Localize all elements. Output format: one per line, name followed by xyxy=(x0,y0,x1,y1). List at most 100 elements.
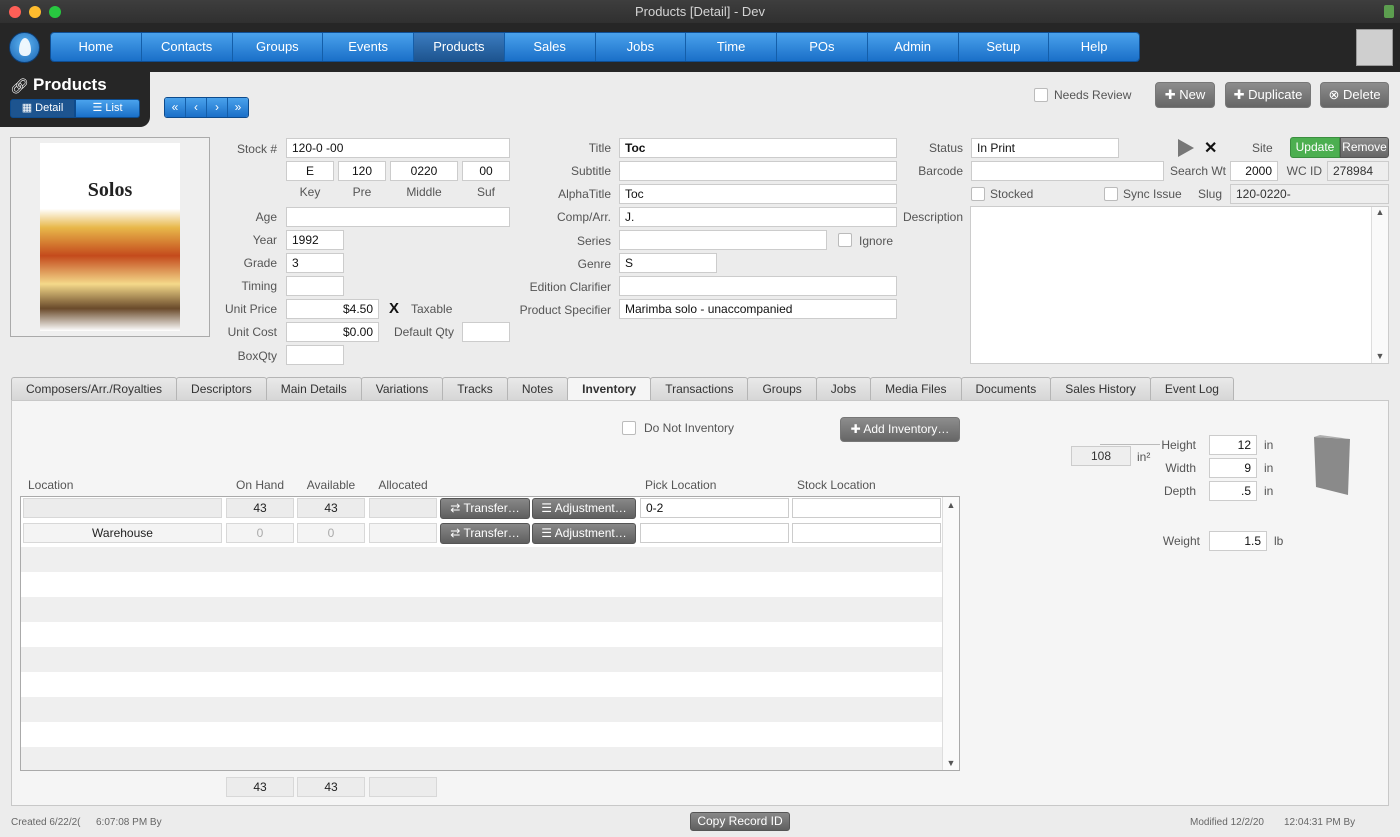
ignore-checkbox[interactable] xyxy=(838,233,852,247)
first-record-icon[interactable]: « xyxy=(165,98,186,117)
pick-location-field[interactable]: 0-2 xyxy=(640,498,789,518)
modified-date: Modified 12/2/20 xyxy=(1190,817,1264,828)
year-field[interactable]: 1992 xyxy=(286,230,344,250)
pick-location-field[interactable] xyxy=(640,523,789,543)
title-field[interactable]: Toc xyxy=(619,138,897,158)
grade-field[interactable]: 3 xyxy=(286,253,344,273)
scroll-up-icon[interactable]: ▲ xyxy=(943,500,959,510)
sync-issue-checkbox[interactable] xyxy=(1104,187,1118,201)
transfer-button[interactable]: ⇄ Transfer… xyxy=(440,498,530,519)
clear-x-icon[interactable]: ✕ xyxy=(1204,138,1217,158)
transfer-button[interactable]: ⇄ Transfer… xyxy=(440,523,530,544)
nav-pos[interactable]: POs xyxy=(777,33,868,61)
tab-groups[interactable]: Groups xyxy=(747,377,817,400)
scroll-down-icon[interactable]: ▼ xyxy=(943,758,959,768)
tab-notes[interactable]: Notes xyxy=(506,377,569,400)
alphatitle-field[interactable]: Toc xyxy=(619,184,897,204)
nav-products[interactable]: Products xyxy=(414,33,505,61)
new-button[interactable]: ✚ New xyxy=(1155,82,1215,108)
nav-contacts[interactable]: Contacts xyxy=(141,33,233,61)
adjustment-button[interactable]: ☰ Adjustment… xyxy=(532,523,636,544)
nav-groups[interactable]: Groups xyxy=(232,33,324,61)
scroll-up-icon[interactable]: ▲ xyxy=(1372,207,1388,217)
tab-main-details[interactable]: Main Details xyxy=(265,377,362,400)
unit-cost-field[interactable]: $0.00 xyxy=(286,322,379,342)
last-record-icon[interactable]: » xyxy=(228,98,248,117)
timing-label: Timing xyxy=(241,279,277,293)
description-textarea[interactable]: ▲ ▼ xyxy=(970,206,1389,364)
tab-transactions[interactable]: Transactions xyxy=(650,377,749,400)
avatar[interactable] xyxy=(1356,29,1393,66)
do-not-inventory-checkbox[interactable] xyxy=(622,421,636,435)
scroll-down-icon[interactable]: ▼ xyxy=(1372,351,1388,361)
table-row-location[interactable] xyxy=(23,498,222,518)
copy-record-id-button[interactable]: Copy Record ID xyxy=(690,812,790,831)
nav-help[interactable]: Help xyxy=(1049,33,1139,61)
tab-variations[interactable]: Variations xyxy=(360,377,444,400)
nav-jobs[interactable]: Jobs xyxy=(595,33,687,61)
minimize-window-button[interactable] xyxy=(29,6,41,18)
nav-events[interactable]: Events xyxy=(323,33,414,61)
boxqty-field[interactable] xyxy=(286,345,344,365)
tab-composers[interactable]: Composers/Arr./Royalties xyxy=(11,377,178,400)
tab-event-log[interactable]: Event Log xyxy=(1149,377,1234,400)
height-field[interactable]: 12 xyxy=(1209,435,1257,455)
tab-tracks[interactable]: Tracks xyxy=(442,377,508,400)
age-field[interactable] xyxy=(286,207,510,227)
product-specifier-field[interactable]: Marimba solo - unaccompanied xyxy=(619,299,897,319)
tab-documents[interactable]: Documents xyxy=(960,377,1052,400)
tab-descriptors[interactable]: Descriptors xyxy=(176,377,267,400)
key-field[interactable]: E xyxy=(286,161,334,181)
stock-location-field[interactable] xyxy=(792,523,941,543)
search-wt-field[interactable]: 2000 xyxy=(1230,161,1278,181)
site-update-button[interactable]: Update xyxy=(1290,137,1340,158)
adjustment-button[interactable]: ☰ Adjustment… xyxy=(532,498,636,519)
width-field[interactable]: 9 xyxy=(1209,458,1257,478)
subtitle-field[interactable] xyxy=(619,161,897,181)
middle-field[interactable]: 0220 xyxy=(390,161,458,181)
height-unit: in xyxy=(1264,438,1274,452)
view-detail-button[interactable]: ▦ Detail xyxy=(10,99,75,118)
grid-scrollbar[interactable]: ▲ ▼ xyxy=(942,497,959,770)
stock-location-field[interactable] xyxy=(792,498,941,518)
edition-clarifier-field[interactable] xyxy=(619,276,897,296)
tab-sales-history[interactable]: Sales History xyxy=(1050,377,1151,400)
series-field[interactable] xyxy=(619,230,827,250)
nav-time[interactable]: Time xyxy=(686,33,777,61)
delete-button[interactable]: ⊗ Delete xyxy=(1320,82,1389,108)
unit-price-field[interactable]: $4.50 xyxy=(286,299,379,319)
stocked-checkbox[interactable] xyxy=(971,187,985,201)
needs-review-checkbox[interactable] xyxy=(1034,88,1048,102)
nav-setup[interactable]: Setup xyxy=(958,33,1050,61)
nav-home[interactable]: Home xyxy=(51,33,142,61)
list-icon: ☰ xyxy=(92,102,106,114)
next-record-icon[interactable]: › xyxy=(207,98,228,117)
table-row-location[interactable]: Warehouse xyxy=(23,523,222,543)
duplicate-button[interactable]: ✚ Duplicate xyxy=(1225,82,1311,108)
site-remove-button[interactable]: Remove xyxy=(1340,137,1389,158)
description-scrollbar[interactable]: ▲ ▼ xyxy=(1371,207,1388,363)
depth-field[interactable]: .5 xyxy=(1209,481,1257,501)
previous-record-icon[interactable]: ‹ xyxy=(186,98,207,117)
taxable-checkbox[interactable]: X xyxy=(389,300,399,317)
nav-sales[interactable]: Sales xyxy=(504,33,596,61)
tab-jobs[interactable]: Jobs xyxy=(815,377,872,400)
genre-field[interactable]: S xyxy=(619,253,717,273)
add-inventory-button[interactable]: ✚ Add Inventory… xyxy=(840,417,960,442)
timing-field[interactable] xyxy=(286,276,344,296)
default-qty-field[interactable] xyxy=(462,322,510,342)
tab-media-files[interactable]: Media Files xyxy=(870,377,962,400)
total-available: 43 xyxy=(297,777,365,797)
close-window-button[interactable] xyxy=(9,6,21,18)
status-field[interactable]: In Print xyxy=(971,138,1119,158)
stock-number-field[interactable]: 120-0 -00 xyxy=(286,138,510,158)
comp-arr-field[interactable]: J. xyxy=(619,207,897,227)
play-icon[interactable] xyxy=(1178,139,1194,157)
tab-inventory[interactable]: Inventory xyxy=(567,377,652,401)
barcode-field[interactable] xyxy=(971,161,1164,181)
zoom-window-button[interactable] xyxy=(49,6,61,18)
weight-field[interactable]: 1.5 xyxy=(1209,531,1267,551)
view-list-button[interactable]: ☰ List xyxy=(75,99,140,118)
nav-admin[interactable]: Admin xyxy=(867,33,959,61)
pre-field[interactable]: 120 xyxy=(338,161,386,181)
